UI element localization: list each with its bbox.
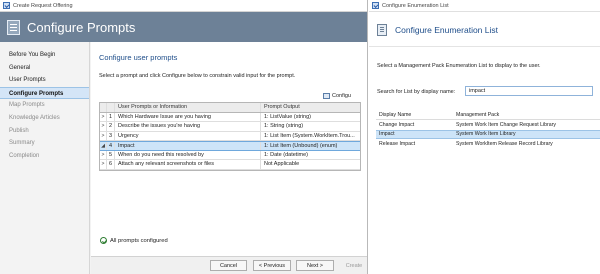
prompt-name: Urgency xyxy=(115,131,261,140)
dialog-title: Configure Enumeration List xyxy=(395,24,499,35)
table-row[interactable]: > 6 Attach any relevant screenshots or f… xyxy=(100,160,360,170)
list-item[interactable]: Change Impact System Work Item Change Re… xyxy=(376,120,600,130)
header-number xyxy=(107,103,115,112)
cancel-button[interactable]: Cancel xyxy=(210,260,247,271)
window-title: Create Request Offering xyxy=(13,2,73,9)
row-number: 2 xyxy=(107,122,115,131)
prompt-output: 1: List Item (System.WorkItem.Trou... xyxy=(264,132,355,139)
row-expander-icon[interactable]: > xyxy=(100,131,107,140)
nav-item-user-prompts[interactable]: User Prompts xyxy=(0,74,89,87)
row-expander-icon[interactable]: > xyxy=(100,112,107,121)
list-icon xyxy=(377,23,387,36)
list-header: Display Name Management Pack xyxy=(376,110,600,120)
prompt-name: Attach any relevant screenshots or files xyxy=(115,160,261,169)
previous-button[interactable]: < Previous xyxy=(253,260,291,271)
table-row[interactable]: > 1 Which Hardware Issue are you having … xyxy=(100,112,360,122)
enumeration-list: Display Name Management Pack Change Impa… xyxy=(376,110,600,149)
check-circle-icon xyxy=(100,237,107,244)
list-item-name: Change Impact xyxy=(379,121,415,128)
prompt-output: Not Applicable xyxy=(264,161,300,168)
prompt-output: 1: List Item (Unbound) (enum) xyxy=(264,142,338,149)
prompt-name: Which Hardware Issue are you having xyxy=(115,112,261,121)
list-item-name: Impact xyxy=(379,131,395,138)
status-message: All prompts configured xyxy=(100,237,168,244)
create-button[interactable]: Create xyxy=(341,260,367,271)
configure-enumeration-list-window: Configure Enumeration List Configure Enu… xyxy=(369,0,600,274)
nav-item-before-you-begin[interactable]: Before You Begin xyxy=(0,49,89,62)
instructions-text: Select a Management Pack Enumeration Lis… xyxy=(377,63,541,69)
list-item-name: Release Impact xyxy=(379,140,416,147)
column-header-prompt[interactable]: User Prompts or Information xyxy=(115,103,261,112)
list-item[interactable]: Release Impact System WorkItem Release R… xyxy=(376,139,600,149)
row-number: 5 xyxy=(107,150,115,159)
row-expanded-icon[interactable]: ◢ xyxy=(100,142,107,150)
table-row[interactable]: > 2 Describe the issues you're having 1:… xyxy=(100,122,360,132)
nav-item-general[interactable]: General xyxy=(0,62,89,75)
section-title: Configure user prompts xyxy=(99,53,178,62)
page-title: Configure Prompts xyxy=(27,19,136,35)
column-header-display-name[interactable]: Display Name xyxy=(376,112,456,118)
wizard-banner: Configure Prompts xyxy=(0,12,367,42)
search-input[interactable] xyxy=(465,86,593,96)
nav-item-map-prompts[interactable]: Map Prompts xyxy=(0,99,89,112)
row-number: 4 xyxy=(107,142,115,150)
prompt-output: 1: ListValue (string) xyxy=(264,113,311,120)
table-row[interactable]: > 3 Urgency 1: List Item (System.WorkIte… xyxy=(100,131,360,141)
prompt-name: When do you need this resolved by xyxy=(115,150,261,159)
table-row-selected[interactable]: ◢ 4 Impact 1: List Item (Unbound) (enum) xyxy=(100,141,360,151)
list-item-pack: System Work Item Library xyxy=(456,131,516,138)
configure-icon xyxy=(323,93,330,99)
row-expander-icon[interactable]: > xyxy=(100,122,107,131)
prompt-name: Describe the issues you're having xyxy=(115,122,261,131)
instructions-text: Select a prompt and click Configure belo… xyxy=(99,73,296,79)
list-item-pack: System WorkItem Release Record Library xyxy=(456,140,553,147)
list-item-pack: System Work Item Change Request Library xyxy=(456,121,556,128)
prompt-name: Impact xyxy=(115,142,261,150)
prompt-output: 1: String (string) xyxy=(264,123,304,130)
title-bar: Create Request Offering xyxy=(0,0,367,12)
main-content: Configure user prompts Select a prompt a… xyxy=(91,42,367,256)
grid-header: User Prompts or Information Prompt Outpu… xyxy=(100,103,360,113)
nav-item-publish[interactable]: Publish xyxy=(0,125,89,138)
next-button[interactable]: Next > xyxy=(296,260,334,271)
search-label: Search for List by display name: xyxy=(377,89,456,95)
configure-label: Configu xyxy=(332,93,351,99)
dialog-header: Configure Enumeration List xyxy=(369,13,600,47)
column-header-management-pack[interactable]: Management Pack xyxy=(456,112,600,118)
nav-item-summary[interactable]: Summary xyxy=(0,137,89,150)
wizard-footer: Cancel < Previous Next > Create xyxy=(91,256,367,274)
row-expander-icon[interactable]: > xyxy=(100,150,107,159)
wizard-step-nav: Before You Begin General User Prompts Co… xyxy=(0,42,90,274)
prompts-grid: User Prompts or Information Prompt Outpu… xyxy=(99,102,361,171)
window-title: Configure Enumeration List xyxy=(382,2,449,9)
configure-button[interactable]: Configu xyxy=(323,91,351,101)
title-bar: Configure Enumeration List xyxy=(369,0,600,12)
row-expander-icon[interactable]: > xyxy=(100,160,107,169)
row-number: 3 xyxy=(107,131,115,140)
prompt-output: 1: Date (datetime) xyxy=(264,151,309,158)
column-header-output[interactable]: Prompt Output xyxy=(261,103,360,112)
row-number: 1 xyxy=(107,112,115,121)
row-number: 6 xyxy=(107,160,115,169)
table-row[interactable]: > 5 When do you need this resolved by 1:… xyxy=(100,150,360,160)
status-text: All prompts configured xyxy=(110,237,168,244)
prompts-icon xyxy=(7,19,20,35)
nav-item-completion[interactable]: Completion xyxy=(0,150,89,163)
list-item-selected[interactable]: Impact System Work Item Library xyxy=(376,129,600,139)
header-expander xyxy=(100,103,107,112)
wizard-app-icon xyxy=(3,2,10,9)
nav-item-knowledge-articles[interactable]: Knowledge Articles xyxy=(0,112,89,125)
dialog-app-icon xyxy=(372,2,379,9)
create-request-offering-window: Create Request Offering Configure Prompt… xyxy=(0,0,368,274)
nav-item-configure-prompts[interactable]: Configure Prompts xyxy=(0,86,89,100)
